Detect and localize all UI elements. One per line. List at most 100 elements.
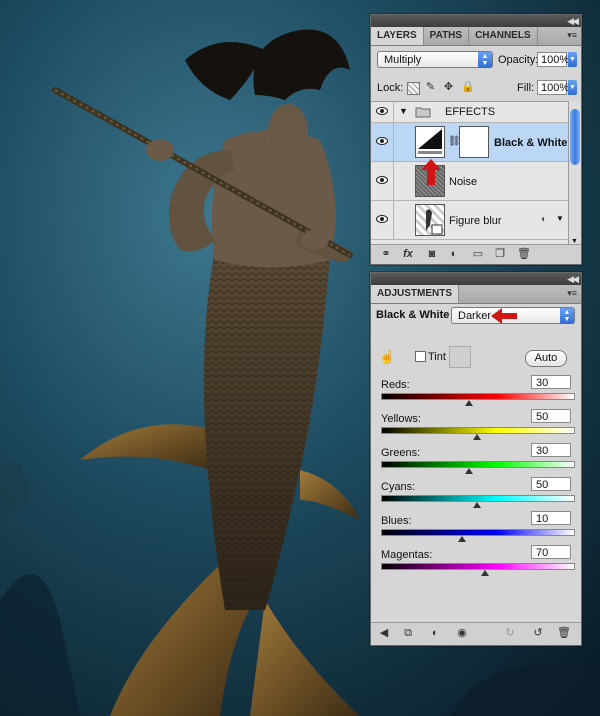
adjustments-bottom-toolbar: ◀ ⧉ ◖ ◉ ↻ ↺ 🗑	[371, 622, 581, 645]
panel-menu-icon[interactable]: ▾≡	[567, 288, 577, 299]
smart-object-badge-icon	[426, 209, 443, 235]
layer-style-fx-icon[interactable]: fx	[401, 248, 415, 261]
layer-mask-thumbnail[interactable]	[459, 126, 489, 158]
tab-channels[interactable]: CHANNELS	[469, 27, 538, 45]
link-layers-icon[interactable]: ⚭	[379, 248, 393, 261]
slider-label: Greens:	[381, 447, 421, 459]
layer-row-noise[interactable]: Noise	[371, 162, 568, 201]
tab-adjustments[interactable]: ADJUSTMENTS	[371, 285, 460, 303]
slider-knob[interactable]	[473, 434, 481, 440]
slider-label: Magentas:	[381, 549, 433, 561]
layer-name: Figure blur	[449, 215, 502, 227]
layer-name: EFFECTS	[445, 106, 496, 118]
adjustments-panel-tabs: ADJUSTMENTS ▾≡	[371, 285, 581, 304]
lock-brush-icon[interactable]: ✎	[425, 82, 436, 93]
clip-to-layer-icon[interactable]: ◖	[427, 627, 441, 640]
layer-row-black-white[interactable]: ⛓ Black & White	[371, 123, 568, 162]
slider-track[interactable]	[381, 461, 575, 468]
slider-value-input[interactable]: 10	[531, 511, 571, 525]
opacity-dropdown-arrow-icon[interactable]: ▼	[568, 52, 577, 67]
slider-label: Yellows:	[381, 413, 421, 425]
slider-knob[interactable]	[457, 536, 466, 542]
smart-filter-icon[interactable]: ◐	[541, 214, 547, 225]
adjustments-panel-titlebar[interactable]: ◀◀	[371, 273, 581, 285]
up-down-arrows-icon: ▲ ▼	[478, 52, 492, 68]
targeted-adjustment-hand-icon[interactable]: ☝	[379, 349, 395, 365]
tint-color-swatch[interactable]	[449, 346, 471, 368]
delete-layer-trash-icon[interactable]: 🗑	[517, 248, 531, 261]
layer-row-figure-blur[interactable]: Figure blur ◐ ▼	[371, 201, 568, 240]
tab-layers[interactable]: LAYERS	[371, 27, 424, 45]
layer-list: ▼ EFFECTS ⛓ Black & White Noise Figure b…	[371, 101, 568, 246]
layers-panel-tabs: LAYERS PATHS CHANNELS ▾≡	[371, 27, 581, 46]
add-mask-icon[interactable]: ◙	[425, 248, 439, 261]
fill-dropdown-arrow-icon[interactable]: ▼	[568, 80, 577, 95]
disclosure-triangle-icon[interactable]: ▼	[399, 106, 408, 116]
opacity-input[interactable]: 100%	[537, 52, 569, 67]
new-group-folder-icon[interactable]: ▭	[471, 248, 485, 261]
eye-icon[interactable]	[376, 107, 388, 115]
new-layer-icon[interactable]: ❐	[493, 248, 507, 261]
slider-value-input[interactable]: 50	[531, 477, 571, 491]
slider-track[interactable]	[381, 393, 575, 400]
slider-knob[interactable]	[473, 502, 481, 508]
collapse-icon[interactable]: ◀◀	[567, 15, 579, 27]
tab-paths[interactable]: PATHS	[424, 27, 470, 45]
previous-state-icon[interactable]: ↻	[503, 627, 517, 640]
opacity-label: Opacity:	[498, 54, 539, 66]
preset-value: Darker	[458, 310, 492, 322]
blend-mode-select[interactable]: Multiply ▲ ▼	[377, 51, 493, 68]
slider-label: Cyans:	[381, 481, 416, 493]
expanded-view-icon[interactable]: ⧉	[401, 627, 415, 640]
slider-track[interactable]	[381, 495, 575, 502]
visibility-cell	[371, 102, 394, 122]
lock-label: Lock:	[377, 82, 404, 94]
lock-all-icon[interactable]: 🔒	[461, 82, 475, 93]
eye-icon[interactable]	[376, 176, 388, 184]
delete-adjustment-trash-icon[interactable]: 🗑	[557, 627, 571, 640]
tint-checkbox[interactable]	[415, 351, 426, 362]
slider-track[interactable]	[381, 427, 575, 434]
panel-menu-icon[interactable]: ▾≡	[567, 30, 577, 41]
slider-value-input[interactable]: 50	[531, 409, 571, 423]
slider-knob[interactable]	[480, 570, 489, 576]
slider-knob[interactable]	[465, 400, 474, 406]
layer-name: Noise	[449, 176, 478, 188]
figure-blur-thumbnail	[415, 204, 445, 236]
slider-label: Reds:	[381, 379, 410, 391]
slider-track[interactable]	[381, 529, 575, 536]
lock-position-icon[interactable]: ✥	[443, 82, 454, 93]
tint-label: Tint	[428, 351, 446, 363]
slider-knob[interactable]	[465, 468, 474, 474]
slider-value-input[interactable]: 30	[531, 443, 571, 457]
folder-icon	[415, 107, 431, 118]
visibility-eye-icon[interactable]: ◉	[455, 627, 469, 640]
slider-value-input[interactable]: 30	[531, 375, 571, 389]
eye-icon[interactable]	[376, 215, 388, 223]
layers-panel: ◀◀ LAYERS PATHS CHANNELS ▾≡ Multiply ▲ ▼ …	[370, 14, 582, 265]
fill-input[interactable]: 100%	[537, 80, 569, 95]
layers-bottom-toolbar: ⚭ fx ◙ ◐ ▭ ❐ 🗑	[371, 244, 581, 264]
scrollbar-thumb[interactable]	[570, 109, 580, 165]
reset-icon[interactable]: ↺	[531, 627, 545, 640]
back-arrow-icon[interactable]: ◀	[377, 627, 391, 640]
adjustment-title: Black & White	[376, 309, 450, 321]
layers-panel-titlebar[interactable]: ◀◀	[371, 15, 581, 27]
collapse-icon[interactable]: ◀◀	[567, 273, 579, 285]
red-arrow-annotation-icon	[491, 308, 517, 324]
red-arrow-annotation-icon	[421, 159, 441, 185]
eye-icon[interactable]	[376, 137, 388, 145]
expand-effects-icon[interactable]: ▼	[556, 214, 564, 223]
slider-value-input[interactable]: 70	[531, 545, 571, 559]
layer-row-effects[interactable]: ▼ EFFECTS	[371, 102, 568, 123]
up-down-arrows-icon: ▲ ▼	[560, 308, 574, 324]
auto-button[interactable]: Auto	[525, 350, 567, 367]
slider-track[interactable]	[381, 563, 575, 570]
fill-label: Fill:	[517, 82, 535, 94]
slider-label: Blues:	[381, 515, 412, 527]
new-adjustment-layer-icon[interactable]: ◐	[447, 248, 461, 261]
layer-list-scrollbar[interactable]: ▼	[568, 101, 581, 245]
black-white-adjustment-icon	[418, 129, 442, 154]
lock-transparent-icon[interactable]	[407, 82, 420, 95]
blend-mode-value: Multiply	[384, 54, 422, 66]
